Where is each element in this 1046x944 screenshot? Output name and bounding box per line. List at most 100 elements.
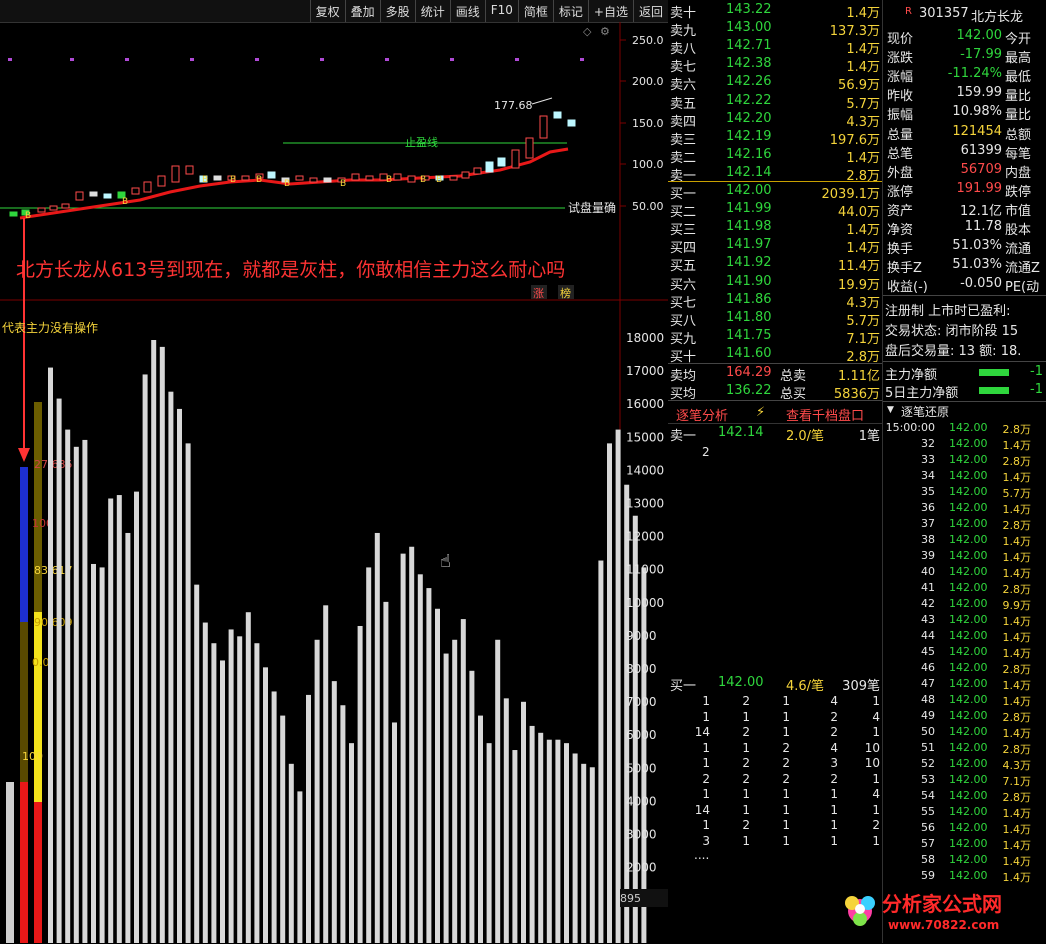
badge-bang[interactable]: 榜 [560, 286, 571, 300]
tab-thousand-book[interactable]: 查看千档盘口 [786, 405, 864, 424]
tick-time: 57 [921, 837, 935, 850]
bid-row[interactable]: 买八 141.80 5.7万 [668, 310, 882, 329]
candle [461, 171, 470, 179]
gear-icon[interactable]: ⚙ [600, 25, 610, 38]
badge-zhang[interactable]: 涨 [533, 287, 544, 300]
volume-bar [521, 701, 526, 943]
stop-profit-label: 止盈线 [405, 135, 438, 149]
ask-row[interactable]: 卖六 142.26 56.9万 [668, 74, 882, 94]
restore-title-row[interactable]: ▼ 逐笔还原 [883, 403, 1046, 421]
tick-time: 54 [921, 789, 935, 802]
candle [309, 177, 318, 183]
tick-row: 32 142.00 1.4万 [883, 437, 1046, 453]
candles: BBB B B B B BBB [9, 111, 576, 221]
tick-volume: 2.8万 [1002, 583, 1032, 596]
bid1-ladder-cell: 1 [872, 725, 880, 739]
tick-time: 47 [921, 677, 935, 690]
volume-bar [48, 367, 53, 943]
candle [241, 175, 250, 181]
volume-bar [280, 715, 286, 943]
bid1-ladder-cell: 1 [872, 833, 880, 848]
volume-bar [211, 643, 217, 943]
ask-label: 卖六 [670, 78, 697, 94]
ask-row[interactable]: 卖四 142.20 4.3万 [668, 111, 882, 130]
kline-panel[interactable]: 止盈线 试盘量确 BBB B B B B BBB 177.68 250.0200.0150… [0, 22, 668, 462]
tick-price: 142.00 [949, 453, 988, 466]
reg-line-text: 注册制 上市时已盈利: [885, 304, 1011, 319]
volume-panel[interactable]: 代表主力没有操作 27.68510083.61790.6090.0100 180… [2, 300, 668, 943]
bid1-ladder-cell: 1 [702, 787, 710, 801]
tick-time: 41 [921, 581, 935, 594]
ask-volume: 1.4万 [846, 60, 880, 76]
tick-row: 39 142.00 1.4万 [883, 549, 1046, 565]
bid1-ladder-cell: 3 [830, 756, 838, 770]
bid1-ladder-cell: 2 [782, 740, 790, 755]
candle [185, 165, 194, 175]
toolbar-button-5[interactable]: F10 [484, 0, 518, 22]
bid-row[interactable]: 买六 141.90 19.9万 [668, 274, 882, 293]
high-marker: 177.68 [494, 99, 533, 112]
ask-label: 卖三 [670, 132, 697, 148]
ask-row[interactable]: 卖三 142.19 197.6万 [668, 129, 882, 148]
signal-dot [320, 58, 324, 61]
volume-bar [185, 443, 191, 943]
tick-volume: 1.4万 [1002, 839, 1032, 852]
main-flow-value: -1 [1030, 364, 1043, 379]
toolbar-button-3[interactable]: 统计 [414, 0, 450, 22]
watermark-url: www.70822.com [888, 918, 999, 932]
ask-row[interactable]: 卖九 143.00 137.3万 [668, 20, 882, 39]
watermark: 分析家公式网 www.70822.com [838, 887, 1038, 937]
tick-time: 58 [921, 853, 935, 866]
ask-row[interactable]: 卖二 142.16 1.4万 [668, 147, 882, 166]
bid-row[interactable]: 买十 141.60 2.8万 [668, 346, 882, 365]
bid-row[interactable]: 买二 141.99 44.0万 [668, 201, 882, 220]
toolbar-button-6[interactable]: 简框 [517, 0, 553, 22]
volume-bar [538, 732, 544, 943]
tick-price: 142.00 [949, 757, 988, 770]
toolbar-button-7[interactable]: 标记 [552, 0, 588, 22]
bid-row[interactable]: 买九 141.75 7.1万 [668, 328, 882, 347]
toolbar-button-2[interactable]: 多股 [379, 0, 415, 22]
volume-bar [65, 429, 71, 943]
bid1-ladder-cell: 1 [872, 694, 880, 708]
toolbar-button-9[interactable]: 返回 [632, 0, 668, 22]
tick-time: 35 [921, 485, 935, 498]
volume-bar [82, 439, 88, 943]
volume-tick-label: 3000 [626, 828, 657, 842]
lightning-icon: ⚡ [756, 405, 766, 420]
info-key: 收益(-) [887, 280, 928, 296]
bid1-ladder-row: 1 2 1 4 1 [668, 694, 882, 710]
tick-volume: 1.4万 [1002, 439, 1032, 452]
chart-area[interactable]: 复权 叠加 多股 统计 画线 F10 简框 标记 +自选 返回 止盈线 试盘量确 BBBBBBBB… [0, 0, 668, 943]
tick-price: 142.00 [949, 549, 988, 562]
bid1-ladder-cell: 1 [872, 771, 880, 786]
toolbar-button-1[interactable]: 叠加 [344, 0, 380, 22]
volume-bar [409, 546, 415, 943]
info-value: 56709 [960, 161, 1002, 177]
ask-row[interactable]: 卖五 142.22 5.7万 [668, 93, 882, 112]
bid-row[interactable]: 买四 141.97 1.4万 [668, 237, 882, 256]
bid1-ladder-cell: 10 [864, 756, 880, 770]
tab-tick-analysis[interactable]: 逐笔分析 [676, 405, 728, 424]
toolbar-button-8[interactable]: +自选 [587, 0, 633, 22]
toolbar-button-0[interactable]: 复权 [309, 0, 345, 22]
bid-row[interactable]: 买一 142.00 2039.1万 [668, 183, 882, 202]
signal-dot [450, 58, 454, 61]
collapse-icon[interactable]: ▼ [887, 405, 894, 415]
bid1-ladder-row: 14 2 1 2 1 [668, 725, 882, 741]
candle [553, 111, 562, 119]
info-row: 换手Z 51.03% 流通Z [883, 257, 1046, 276]
stock-name: 北方长龙 [971, 10, 1024, 25]
tick-volume: 1.4万 [1002, 647, 1032, 660]
bid-row[interactable]: 买五 141.92 11.4万 [668, 255, 882, 274]
tick-row: 33 142.00 2.8万 [883, 453, 1046, 469]
bid-row[interactable]: 买三 141.98 1.4万 [668, 219, 882, 238]
volume-tick-label: 15000 [626, 430, 664, 444]
tick-volume: 1.4万 [1002, 535, 1032, 548]
ask-row[interactable]: 卖七 142.38 1.4万 [668, 56, 882, 76]
toolbar-button-4[interactable]: 画线 [449, 0, 485, 22]
bid-row[interactable]: 买七 141.86 4.3万 [668, 292, 882, 311]
ask-row[interactable]: 卖八 142.71 1.4万 [668, 38, 882, 57]
diamond-icon[interactable]: ◇ [583, 25, 592, 38]
ask-row[interactable]: 卖十 143.22 1.4万 [668, 2, 882, 21]
